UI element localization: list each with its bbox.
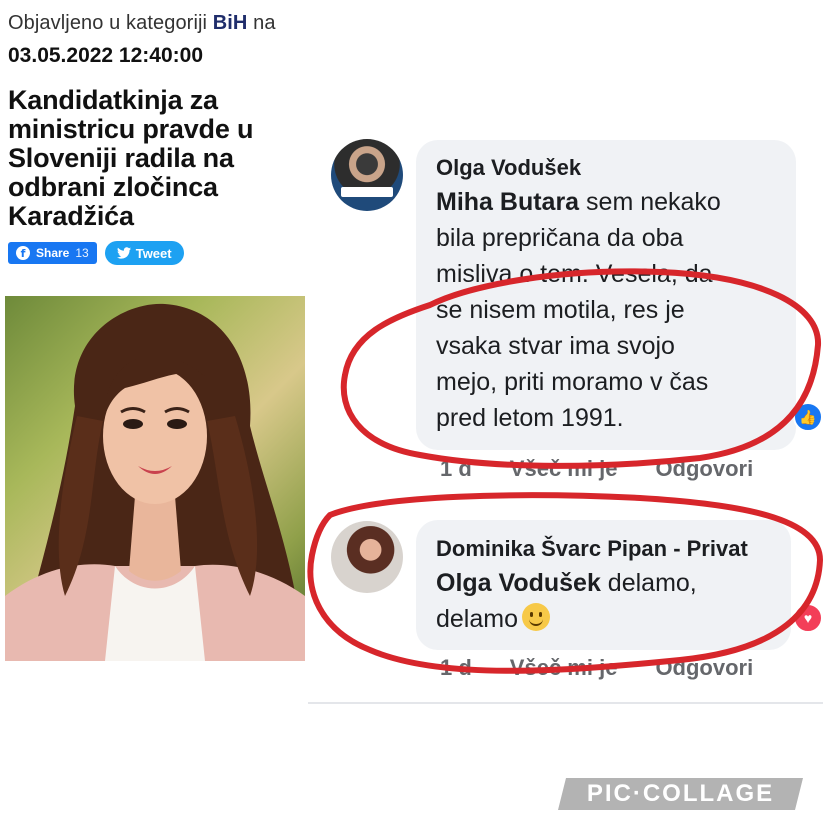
pic-collage-watermark: PIC·COLLAGE bbox=[558, 778, 803, 810]
red-circle-mark bbox=[340, 268, 822, 469]
red-circle-mark bbox=[307, 492, 823, 674]
red-circle-annotations bbox=[307, 268, 823, 674]
